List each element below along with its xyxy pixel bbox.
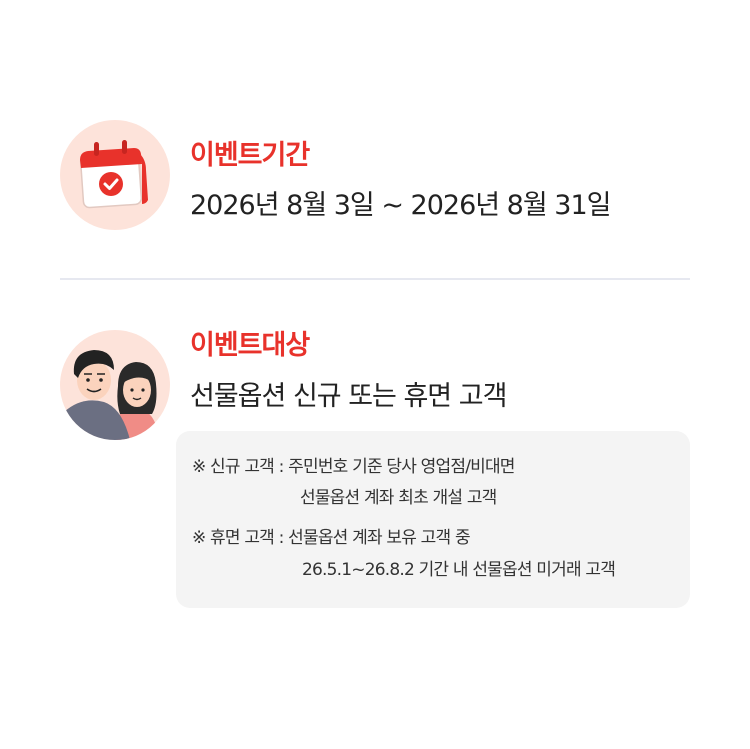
target-label: 이벤트대상	[190, 330, 310, 361]
period-value: 2026년 8월 3일 ~ 2026년 8월 31일	[190, 190, 611, 221]
couple-icon	[60, 330, 170, 440]
calendar-check-icon	[60, 120, 170, 230]
period-label: 이벤트기간	[190, 140, 310, 171]
divider	[60, 278, 690, 280]
note-box: ※ 신규 고객 : 주민번호 기준 당사 영업점/비대면 선물옵션 계좌 최초 …	[176, 431, 690, 608]
note-new-line2: 선물옵션 계좌 최초 개설 고객	[300, 488, 497, 508]
note-new-line1: ※ 신규 고객 : 주민번호 기준 당사 영업점/비대면	[192, 457, 515, 477]
note-dormant-line1: ※ 휴면 고객 : 선물옵션 계좌 보유 고객 중	[192, 528, 471, 548]
target-value: 선물옵션 신규 또는 휴면 고객	[190, 381, 507, 412]
note-dormant-line2: 26.5.1~26.8.2 기간 내 선물옵션 미거래 고객	[302, 560, 616, 580]
